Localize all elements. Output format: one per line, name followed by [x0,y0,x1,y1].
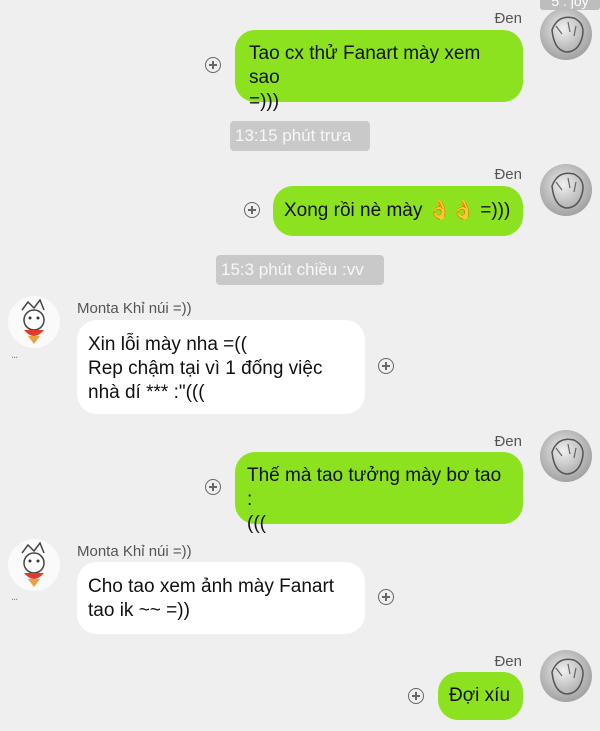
sender-name: Monta Khỉ núi =)) [77,300,192,317]
sender-name: Đen [494,10,522,27]
message-bubble[interactable]: Thế mà tao tưởng mày bơ tao : ((( [235,452,523,534]
add-reaction-icon[interactable] [378,589,394,605]
timestamp-pill: 15:3 phút chiều :vv [216,255,384,285]
add-reaction-icon[interactable] [205,479,221,495]
message-bubble[interactable]: Cho tao xem ảnh mày Fanart tao ik ~~ =)) [77,562,365,634]
message-bubble[interactable]: Đợi xíu [438,672,523,720]
sender-name: Đen [494,433,522,450]
avatar-monkey-icon [21,298,45,344]
add-reaction-icon[interactable] [408,688,424,704]
message-bubble[interactable]: Xin lỗi mày nha =(( Rep chậm tại vì 1 đố… [77,320,365,414]
avatar-sketch-icon [551,658,584,695]
avatar[interactable] [540,8,592,60]
message-bubble[interactable]: Xong rồi nè mày 👌👌 =))) [273,186,523,236]
avatar-sketch-icon [551,16,584,53]
sender-name: Monta Khỉ núi =)) [77,543,192,560]
more-indicator: ... [11,349,18,361]
add-reaction-icon[interactable] [205,57,221,73]
avatar-sketch-icon [551,172,584,209]
avatar[interactable] [540,650,592,702]
add-reaction-icon[interactable] [244,202,260,218]
avatar-monkey-icon [21,541,45,587]
timestamp-pill: 13:15 phút trưa [230,121,370,151]
more-indicator: ... [11,591,18,603]
avatar[interactable] [8,539,60,591]
sender-name: Đen [494,166,522,183]
avatar[interactable] [540,164,592,216]
avatar-sketch-icon [551,438,584,475]
sender-name: Đen [494,653,522,670]
add-reaction-icon[interactable] [378,358,394,374]
avatar[interactable] [540,430,592,482]
avatar[interactable] [8,296,60,348]
message-bubble[interactable]: Tao cx thử Fanart mày xem sao =))) [235,30,523,112]
